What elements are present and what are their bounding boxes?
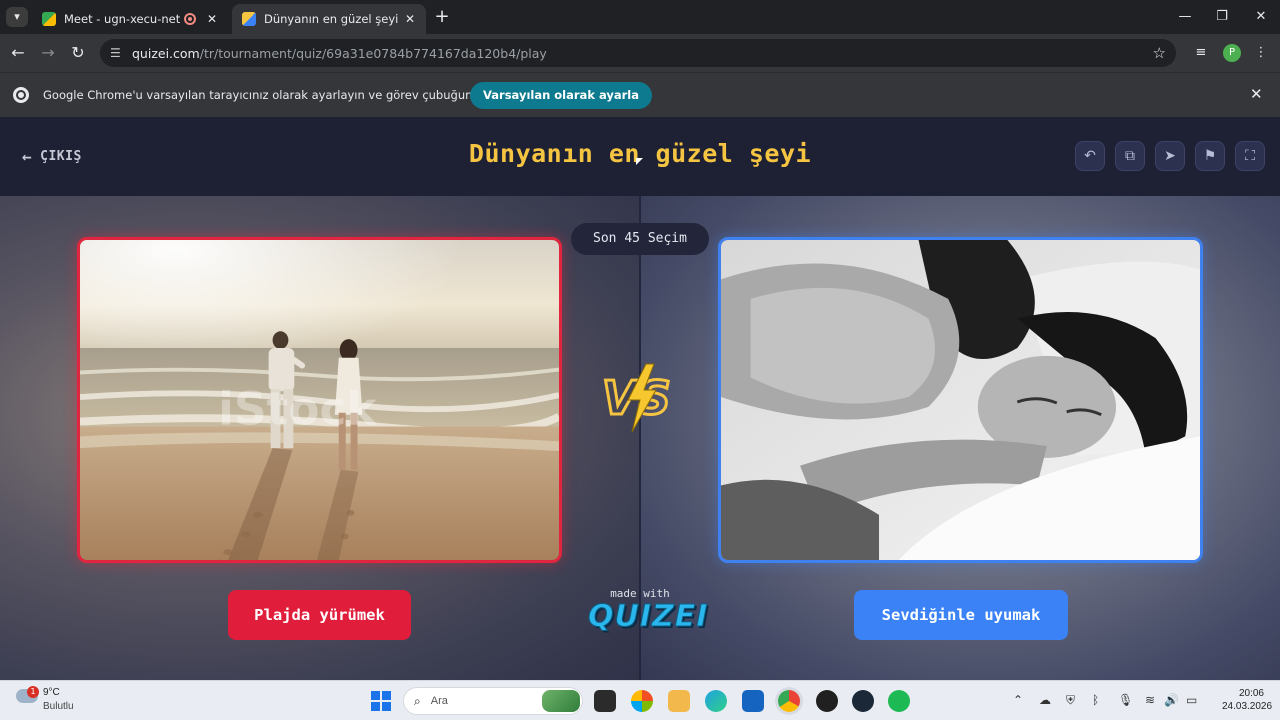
- reload-button[interactable]: ↻: [68, 43, 88, 63]
- github-icon[interactable]: [816, 690, 838, 712]
- weather-temperature[interactable]: 9°C: [43, 687, 60, 698]
- close-tab-icon[interactable]: ✕: [204, 12, 220, 26]
- volume-icon[interactable]: 🔊: [1164, 693, 1179, 707]
- task-view-icon[interactable]: [594, 690, 616, 712]
- send-button[interactable]: ➤: [1155, 141, 1185, 171]
- send-icon: ➤: [1164, 148, 1176, 164]
- close-tab-icon[interactable]: ✕: [402, 12, 418, 26]
- made-with-quizei[interactable]: made with QUIZEI: [588, 587, 709, 634]
- tab-search-dropdown[interactable]: ▾: [6, 7, 28, 27]
- back-nav-button[interactable]: ←: [8, 43, 28, 63]
- chrome-taskbar-icon[interactable]: [778, 690, 800, 712]
- search-icon: ⌕: [414, 693, 421, 708]
- recording-icon: [184, 13, 196, 25]
- url-path: /tr/tournament/quiz/69a31e0784b774167da1…: [199, 45, 547, 61]
- weather-badge: 1: [27, 686, 39, 698]
- steam-icon[interactable]: [852, 690, 874, 712]
- undo-button[interactable]: ↶: [1075, 141, 1105, 171]
- maximize-button[interactable]: ❐: [1207, 6, 1237, 28]
- fullscreen-button[interactable]: ⛶: [1235, 141, 1265, 171]
- quiz-page: ← ÇIKIŞ Dünyanın en güzel şeyi ↶ ⧉ ➤ ⚑ ⛶…: [0, 117, 1280, 680]
- flag-icon: ⚑: [1203, 148, 1217, 164]
- undo-icon: ↶: [1084, 148, 1096, 164]
- choose-right-button[interactable]: Sevdiğinle uyumak: [854, 590, 1068, 640]
- clock-date: 24.03.2026: [1222, 701, 1273, 712]
- browser-tab-bar: ▾ Meet - ugn-xecu-net ✕ Dünyanın en güze…: [0, 0, 1280, 34]
- watermark-text: iStock: [218, 383, 377, 436]
- quiz-header: ← ÇIKIŞ Dünyanın en güzel şeyi ↶ ⧉ ➤ ⚑ ⛶: [0, 117, 1280, 196]
- share-button[interactable]: ⧉: [1115, 141, 1145, 171]
- mouse-cursor-icon: [636, 158, 643, 165]
- taskbar-search[interactable]: ⌕ Ara: [403, 687, 583, 715]
- system-clock[interactable]: 20:06 24.03.2026: [1222, 687, 1273, 713]
- choose-left-button[interactable]: Plajda yürümek: [228, 590, 411, 640]
- meet-favicon-icon: [42, 12, 56, 26]
- security-icon[interactable]: ⛨: [1066, 693, 1075, 708]
- media-controls-icon[interactable]: ≡: [1192, 44, 1210, 62]
- minimize-button[interactable]: —: [1170, 6, 1200, 28]
- right-option-card[interactable]: [718, 237, 1203, 563]
- forward-nav-button[interactable]: →: [38, 43, 58, 63]
- share-icon: ⧉: [1125, 148, 1135, 164]
- edge-icon[interactable]: [705, 690, 727, 712]
- microphone-icon[interactable]: 🎙: [1118, 693, 1133, 707]
- cloud-sync-icon[interactable]: ☁: [1039, 693, 1051, 707]
- new-tab-button[interactable]: +: [432, 6, 452, 28]
- more-menu-icon[interactable]: ⋮: [1252, 44, 1270, 62]
- tab-title: Meet - ugn-xecu-net: [64, 12, 181, 26]
- windows-taskbar: 1 9°C Bulutlu ⌕ Ara ⌃ ☁ ⛨ ᛒ 🎙 ≋ 🔊 ▭ 20:0…: [0, 680, 1280, 720]
- bookmark-star-icon[interactable]: ☆: [1153, 44, 1166, 62]
- sleeping-couple-image: [721, 240, 1200, 560]
- start-button-icon[interactable]: [371, 691, 391, 711]
- matchup-arena: Son 45 Seçim iStock Plajda yürümek made …: [0, 158, 1280, 680]
- report-button[interactable]: ⚑: [1195, 141, 1225, 171]
- quizei-favicon-icon: [242, 12, 256, 26]
- left-option-card[interactable]: iStock: [77, 237, 562, 563]
- quizei-logo: QUIZEI: [588, 599, 709, 634]
- round-badge: Son 45 Seçim: [571, 223, 709, 255]
- url-host: quizei.com: [132, 45, 200, 61]
- address-bar[interactable]: ☰ quizei.com/tr/tournament/quiz/69a31e07…: [100, 39, 1176, 67]
- site-info-icon[interactable]: ☰: [110, 46, 124, 60]
- infobar-close-icon[interactable]: ✕: [1250, 85, 1263, 103]
- set-default-button[interactable]: Varsayılan olarak ayarla: [470, 82, 653, 109]
- tab-title: Dünyanın en güzel şeyi - Tier Li: [264, 12, 402, 26]
- wifi-icon[interactable]: ≋: [1145, 693, 1155, 707]
- fullscreen-icon: ⛶: [1245, 148, 1255, 164]
- chrome-logo-icon: [13, 87, 29, 103]
- clock-time: 20:06: [1238, 688, 1264, 699]
- tab-quizei[interactable]: Dünyanın en güzel şeyi - Tier Li ✕: [232, 4, 426, 34]
- browser-toolbar: ← → ↻ ☰ quizei.com/tr/tournament/quiz/69…: [0, 34, 1280, 72]
- copilot-icon[interactable]: [631, 690, 653, 712]
- close-window-button[interactable]: ✕: [1246, 6, 1276, 28]
- spotify-icon[interactable]: [888, 690, 910, 712]
- weather-condition[interactable]: Bulutlu: [43, 701, 74, 712]
- file-explorer-icon[interactable]: [668, 690, 690, 712]
- bluetooth-icon[interactable]: ᛒ: [1092, 693, 1099, 707]
- tab-meet[interactable]: Meet - ugn-xecu-net ✕: [32, 4, 228, 34]
- search-highlight-icon: [542, 690, 580, 712]
- search-placeholder: Ara: [430, 695, 448, 707]
- profile-avatar[interactable]: P: [1223, 44, 1241, 62]
- versus-emblem: VS: [601, 363, 672, 433]
- default-browser-infobar: Google Chrome'u varsayılan tarayıcınız o…: [0, 72, 1280, 117]
- battery-icon[interactable]: ▭: [1186, 693, 1197, 707]
- beach-couple-image: iStock: [80, 240, 559, 560]
- chevron-up-icon[interactable]: ⌃: [1013, 693, 1023, 707]
- store-icon[interactable]: [742, 690, 764, 712]
